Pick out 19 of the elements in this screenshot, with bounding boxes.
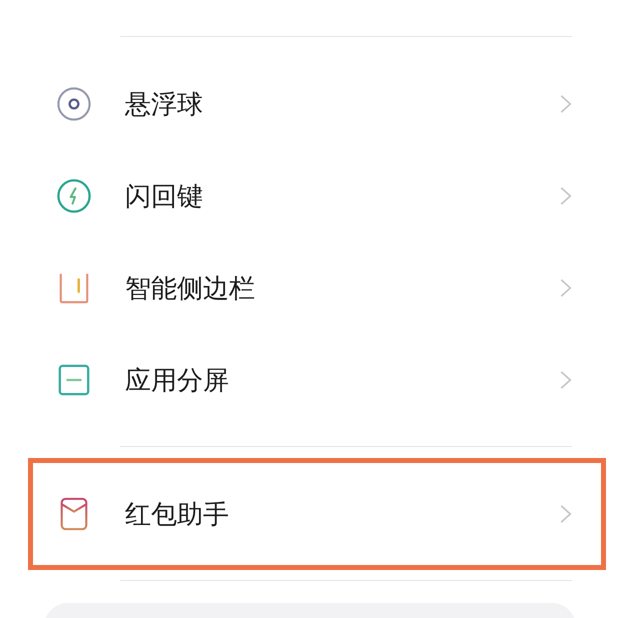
item-label: 悬浮球 bbox=[125, 88, 204, 122]
settings-item[interactable]: 应用分屏 bbox=[28, 334, 606, 426]
sidebar-icon bbox=[57, 271, 91, 305]
settings-item[interactable]: 红包助手 bbox=[28, 458, 606, 570]
chevron-right-icon bbox=[560, 370, 572, 390]
settings-item[interactable]: 悬浮球 bbox=[28, 58, 606, 150]
lightning-icon bbox=[57, 179, 91, 213]
ring-icon bbox=[57, 87, 91, 121]
settings-item[interactable]: 闪回键 bbox=[28, 150, 606, 242]
split-screen-icon bbox=[57, 363, 91, 397]
item-label: 应用分屏 bbox=[125, 364, 230, 398]
item-label: 闪回键 bbox=[125, 180, 204, 214]
settings-item[interactable]: 智能侧边栏 bbox=[28, 242, 606, 334]
item-label: 智能侧边栏 bbox=[125, 272, 256, 306]
chevron-right-icon bbox=[560, 504, 572, 524]
item-label: 红包助手 bbox=[125, 498, 230, 532]
chevron-right-icon bbox=[560, 94, 572, 114]
chevron-right-icon bbox=[560, 186, 572, 206]
chevron-right-icon bbox=[560, 278, 572, 298]
